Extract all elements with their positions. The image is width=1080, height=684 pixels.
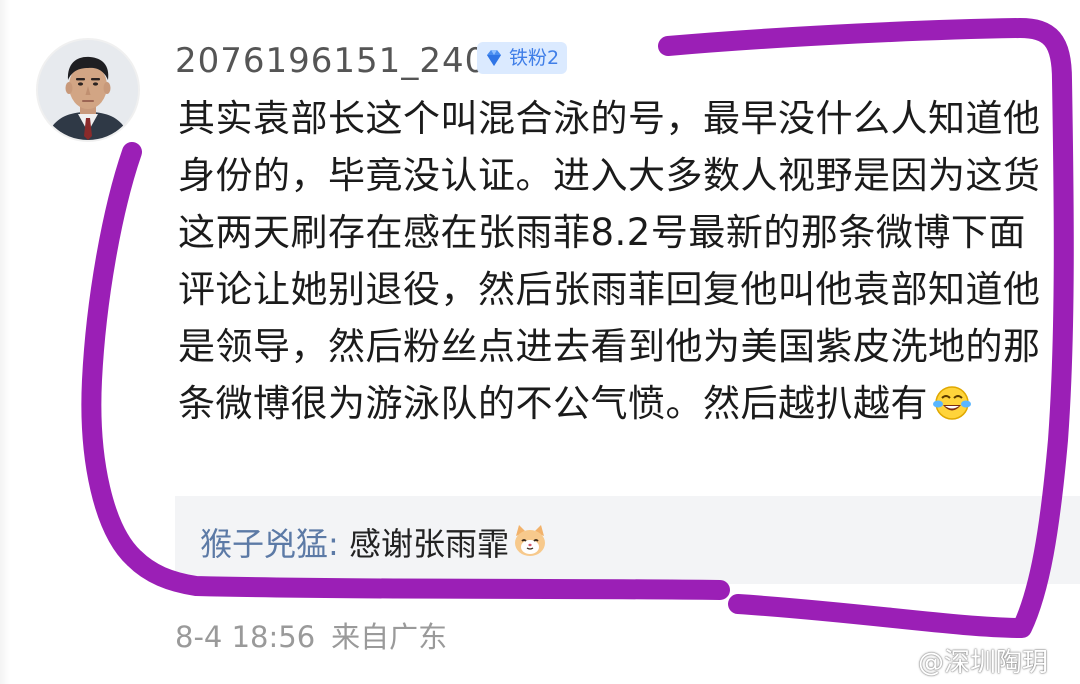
weibo-comment: 2076196151_240 铁粉2 其实袁部长这个叫混合泳的号，最早没什么人知…: [0, 0, 1080, 684]
cat-emoji: [514, 525, 545, 556]
fan-badge-label: 铁粉2: [509, 47, 560, 69]
watermark-text: @深圳陶玥: [918, 647, 1049, 678]
screenshot-page: 2076196151_240 铁粉2 其实袁部长这个叫混合泳的号，最早没什么人知…: [0, 0, 1080, 684]
comment-body-text: 其实袁部长这个叫混合泳的号，最早没什么人知道他身份的，毕竟没认证。进入大多数人视…: [178, 97, 1041, 425]
comment-body: 其实袁部长这个叫混合泳的号，最早没什么人知道他身份的，毕竟没认证。进入大多数人视…: [178, 90, 1048, 432]
username[interactable]: 2076196151_240: [175, 36, 487, 86]
reply-colon: :: [328, 525, 339, 563]
avatar[interactable]: [36, 38, 140, 142]
diamond-icon: [487, 50, 501, 66]
avatar-portrait-icon: [38, 40, 138, 140]
reply-username[interactable]: 猴子兇猛: [200, 525, 328, 563]
laugh-cry-emoji: [933, 386, 971, 420]
weibo-watermark: @深圳陶玥: [880, 640, 1048, 680]
reply-line: 猴子兇猛: 感谢张雨霏: [200, 516, 549, 572]
fan-badge[interactable]: 铁粉2: [477, 42, 568, 74]
comment-meta: 8-4 18:56 来自广东: [175, 612, 447, 662]
comment-timestamp: 8-4 18:56: [175, 620, 316, 654]
comment-location: 来自广东: [331, 620, 448, 654]
reply-text: 感谢张雨霏: [338, 525, 509, 563]
weibo-logo-icon: [880, 645, 916, 675]
